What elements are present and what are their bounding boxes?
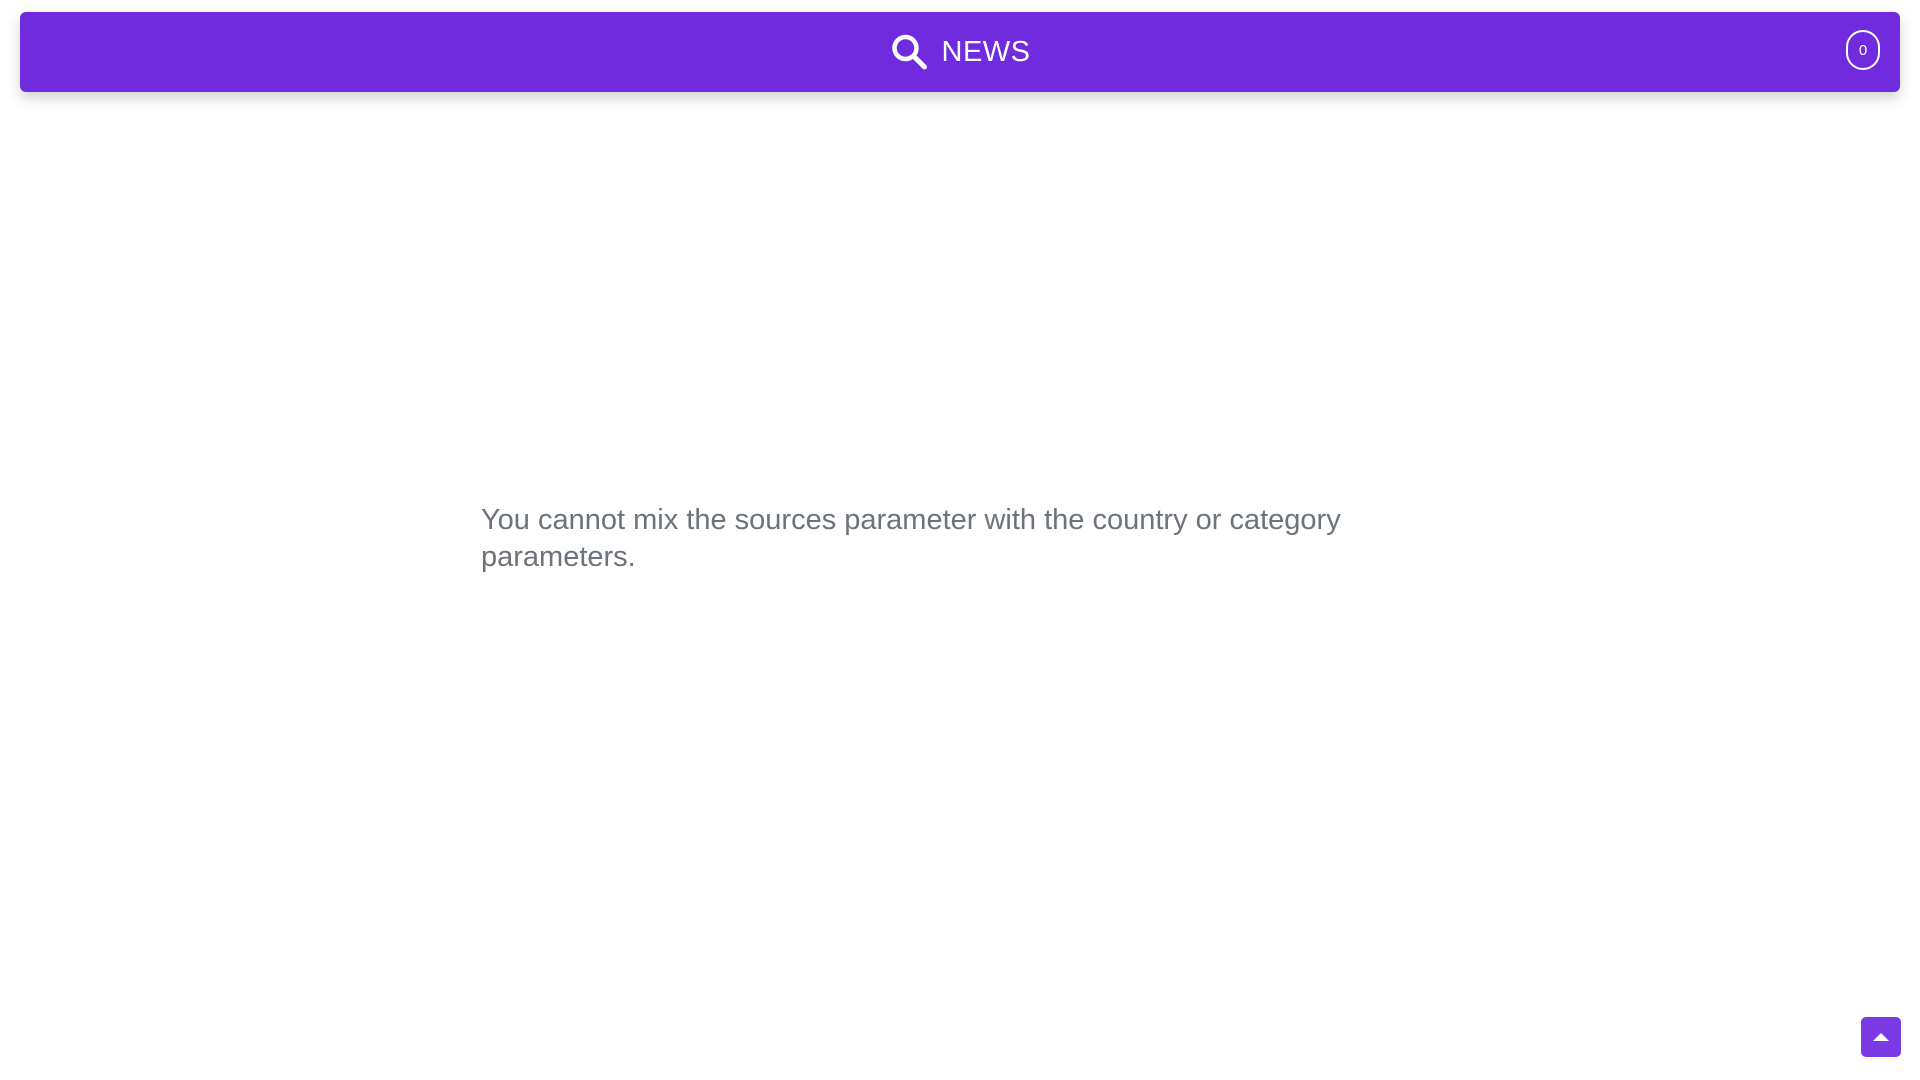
top-navbar: NEWS 0	[20, 12, 1900, 92]
caret-up-icon	[1873, 1033, 1889, 1041]
counter-badge[interactable]: 0	[1846, 30, 1880, 70]
app-title: NEWS	[941, 35, 1031, 68]
scroll-to-top-button[interactable]	[1861, 1017, 1901, 1057]
error-message: You cannot mix the sources parameter wit…	[481, 504, 1341, 573]
search-icon[interactable]	[890, 32, 930, 72]
brand-link[interactable]: NEWS	[890, 32, 1031, 72]
page: NEWS 0 You cannot mix the sources parame…	[0, 0, 1920, 1080]
